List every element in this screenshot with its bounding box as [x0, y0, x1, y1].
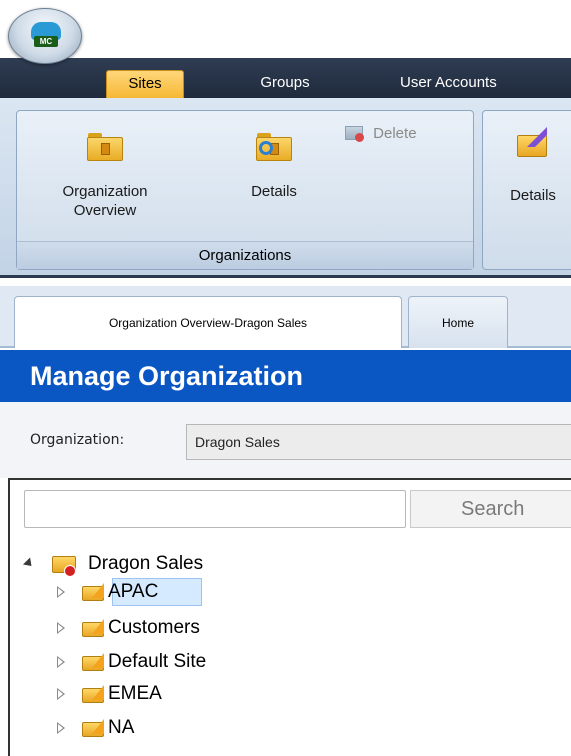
tab-groups[interactable]: Groups: [240, 70, 330, 98]
tree-node-emea[interactable]: EMEA: [46, 682, 306, 706]
tab-user-accounts[interactable]: User Accounts: [388, 70, 571, 98]
tab-home[interactable]: Home: [408, 296, 508, 348]
tree-node-apac[interactable]: APAC: [46, 580, 306, 604]
expand-arrow-icon[interactable]: [57, 586, 65, 598]
site-details-button[interactable]: Details: [497, 127, 569, 205]
expand-arrow-icon[interactable]: [57, 722, 65, 734]
expand-arrow-icon[interactable]: [57, 688, 65, 700]
organization-overview-button[interactable]: Organization Overview: [41, 133, 169, 220]
tree-node-customers[interactable]: Customers: [46, 616, 306, 640]
tab-organization-overview[interactable]: Organization Overview-Dragon Sales: [14, 296, 402, 348]
site-icon: [82, 618, 106, 638]
application-menu-button[interactable]: MC: [8, 8, 82, 64]
search-input[interactable]: [24, 490, 406, 528]
site-icon: [82, 684, 106, 704]
app-logo-icon: MC: [31, 22, 61, 48]
organization-row: Organization: Dragon Sales: [0, 402, 571, 478]
org-folder-icon: [87, 133, 123, 161]
document-tab-bar: Organization Overview-Dragon Sales Home: [0, 286, 571, 348]
site-tree-panel: Search Dragon Sales APAC Customers Defau…: [8, 478, 571, 756]
ribbon-group-label: Organizations: [17, 241, 473, 269]
ribbon-tab-bar: Sites Groups User Accounts: [0, 58, 571, 98]
tab-sites[interactable]: Sites: [106, 70, 184, 98]
title-bar: [0, 0, 571, 58]
tree-node-na[interactable]: NA: [46, 716, 306, 740]
site-icon: [82, 652, 106, 672]
organization-label: Organization:: [30, 432, 125, 448]
ribbon-group-sites: Details: [482, 110, 571, 270]
site-icon: [82, 718, 106, 738]
org-details-button[interactable]: Details: [229, 133, 319, 201]
site-details-icon: [517, 127, 549, 159]
organization-field: Dragon Sales: [186, 424, 571, 460]
details-folder-icon: [256, 133, 292, 161]
ribbon: Organization Overview Details Delete Org…: [0, 98, 571, 278]
collapse-arrow-icon[interactable]: [22, 557, 36, 570]
ribbon-group-organizations: Organization Overview Details Delete Org…: [16, 110, 474, 270]
search-button[interactable]: Search: [410, 490, 571, 528]
tree-node-default-site[interactable]: Default Site: [46, 650, 306, 674]
tree-node-root[interactable]: Dragon Sales: [22, 552, 282, 577]
delete-icon: [345, 126, 364, 142]
organization-icon: [52, 553, 78, 577]
expand-arrow-icon[interactable]: [57, 622, 65, 634]
site-icon: [82, 582, 106, 602]
expand-arrow-icon[interactable]: [57, 656, 65, 668]
delete-button[interactable]: Delete: [345, 125, 417, 142]
page-title: Manage Organization: [0, 350, 571, 402]
